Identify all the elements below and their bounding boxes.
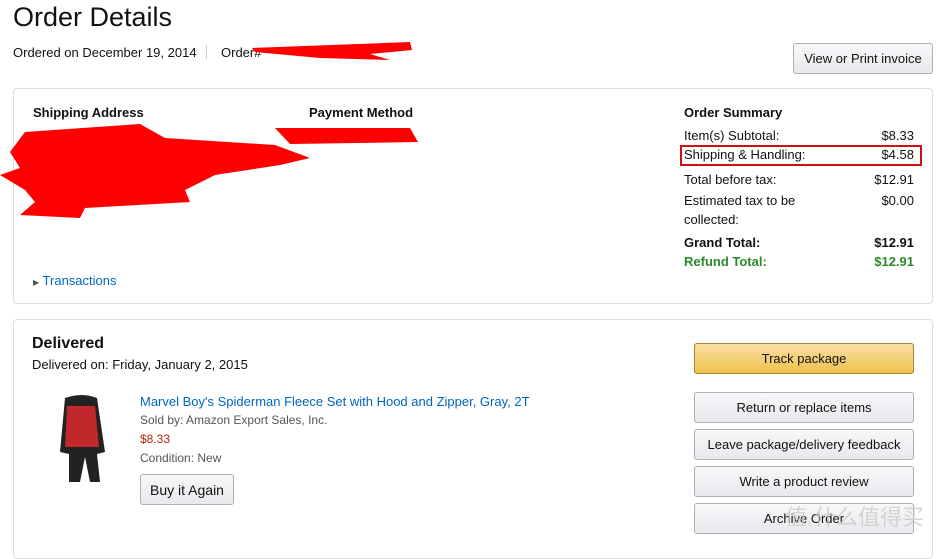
watermark: 值 什么值得买 [785, 506, 924, 531]
summary-row: Estimated tax to be collected: $0.00 [684, 193, 914, 227]
transactions-toggle[interactable]: ▶ Transactions [33, 273, 116, 288]
write-review-button[interactable]: Write a product review [694, 466, 914, 497]
summary-row-shipping: Shipping & Handling: $4.58 [684, 147, 914, 162]
view-print-invoice-button[interactable]: View or Print invoice [793, 43, 933, 74]
return-items-button[interactable]: Return or replace items [694, 392, 914, 423]
refund-total-row: Refund Total: $12.91 [684, 254, 914, 269]
grand-total-row: Grand Total: $12.91 [684, 235, 914, 250]
shipping-address-heading: Shipping Address [33, 105, 144, 120]
payment-method-heading: Payment Method [309, 105, 414, 120]
order-summary-heading: Order Summary [684, 105, 783, 120]
page-title: Order Details [13, 2, 173, 32]
shipment-status: Delivered [32, 335, 105, 352]
delivery-feedback-button[interactable]: Leave package/delivery feedback [694, 429, 914, 460]
summary-row: Total before tax: $12.91 [684, 172, 914, 187]
product-title-link[interactable]: Marvel Boy's Spiderman Fleece Set with H… [140, 394, 530, 409]
ordered-date: Ordered on December 19, 2014 [13, 45, 197, 60]
summary-row: Item(s) Subtotal: $8.33 [684, 128, 914, 143]
caret-right-icon: ▶ [33, 278, 40, 287]
track-package-button[interactable]: Track package [694, 343, 914, 374]
product-image[interactable] [55, 392, 110, 484]
redaction-order-number [252, 42, 412, 60]
buy-again-button[interactable]: Buy it Again [140, 474, 234, 505]
item-condition: Condition: New [140, 451, 222, 465]
redaction-address [0, 124, 418, 218]
divider [206, 45, 207, 59]
item-price: $8.33 [140, 432, 171, 446]
delivery-date: Delivered on: Friday, January 2, 2015 [32, 357, 248, 372]
sold-by: Sold by: Amazon Export Sales, Inc. [140, 413, 328, 427]
